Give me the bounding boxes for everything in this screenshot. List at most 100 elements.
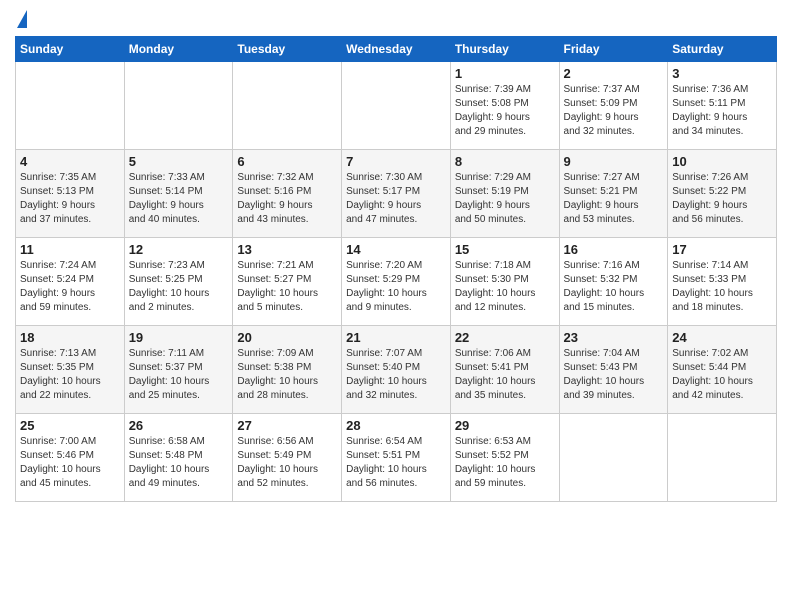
day-info: Sunrise: 7:09 AM Sunset: 5:38 PM Dayligh…: [237, 347, 337, 403]
header: [15, 10, 777, 28]
day-number: 23: [564, 330, 664, 345]
calendar-cell: [124, 62, 233, 150]
calendar-cell: 18 Sunrise: 7:13 AM Sunset: 5:35 PM Dayli…: [16, 326, 125, 414]
day-number: 12: [129, 242, 229, 257]
calendar-cell: 22 Sunrise: 7:06 AM Sunset: 5:41 PM Dayli…: [450, 326, 559, 414]
logo-triangle-icon: [17, 10, 27, 28]
day-info: Sunrise: 7:24 AM Sunset: 5:24 PM Dayligh…: [20, 259, 120, 315]
day-number: 4: [20, 154, 120, 169]
logo-line1: [15, 10, 27, 28]
day-number: 10: [672, 154, 772, 169]
day-info: Sunrise: 7:13 AM Sunset: 5:35 PM Dayligh…: [20, 347, 120, 403]
calendar-cell: 23 Sunrise: 7:04 AM Sunset: 5:43 PM Dayli…: [559, 326, 668, 414]
col-header-tuesday: Tuesday: [233, 37, 342, 62]
logo: [15, 10, 27, 28]
day-number: 16: [564, 242, 664, 257]
calendar-cell: 10Sunrise: 7:26 AM Sunset: 5:22 PM Dayli…: [668, 150, 777, 238]
day-number: 8: [455, 154, 555, 169]
day-info: Sunrise: 7:00 AM Sunset: 5:46 PM Dayligh…: [20, 435, 120, 491]
day-info: Sunrise: 7:02 AM Sunset: 5:44 PM Dayligh…: [672, 347, 772, 403]
day-info: Sunrise: 7:23 AM Sunset: 5:25 PM Dayligh…: [129, 259, 229, 315]
day-number: 6: [237, 154, 337, 169]
page-container: SundayMondayTuesdayWednesdayThursdayFrid…: [0, 0, 792, 512]
day-info: Sunrise: 7:04 AM Sunset: 5:43 PM Dayligh…: [564, 347, 664, 403]
calendar-cell: 6 Sunrise: 7:32 AM Sunset: 5:16 PM Daylig…: [233, 150, 342, 238]
day-number: 9: [564, 154, 664, 169]
day-info: Sunrise: 7:11 AM Sunset: 5:37 PM Dayligh…: [129, 347, 229, 403]
calendar-week-4: 18 Sunrise: 7:13 AM Sunset: 5:35 PM Dayli…: [16, 326, 777, 414]
day-number: 13: [237, 242, 337, 257]
calendar-cell: 13Sunrise: 7:21 AM Sunset: 5:27 PM Dayli…: [233, 238, 342, 326]
day-info: Sunrise: 7:30 AM Sunset: 5:17 PM Dayligh…: [346, 171, 446, 227]
calendar-cell: 17 Sunrise: 7:14 AM Sunset: 5:33 PM Dayli…: [668, 238, 777, 326]
calendar-cell: 20 Sunrise: 7:09 AM Sunset: 5:38 PM Dayli…: [233, 326, 342, 414]
calendar-cell: 11 Sunrise: 7:24 AM Sunset: 5:24 PM Dayli…: [16, 238, 125, 326]
calendar-cell: 12 Sunrise: 7:23 AM Sunset: 5:25 PM Dayli…: [124, 238, 233, 326]
day-info: Sunrise: 6:56 AM Sunset: 5:49 PM Dayligh…: [237, 435, 337, 491]
calendar-cell: 21 Sunrise: 7:07 AM Sunset: 5:40 PM Dayli…: [342, 326, 451, 414]
calendar-week-5: 25Sunrise: 7:00 AM Sunset: 5:46 PM Dayli…: [16, 414, 777, 502]
calendar-cell: 4 Sunrise: 7:35 AM Sunset: 5:13 PM Daylig…: [16, 150, 125, 238]
calendar-cell: 7 Sunrise: 7:30 AM Sunset: 5:17 PM Daylig…: [342, 150, 451, 238]
calendar-cell: [559, 414, 668, 502]
day-number: 22: [455, 330, 555, 345]
day-info: Sunrise: 7:37 AM Sunset: 5:09 PM Dayligh…: [564, 83, 664, 139]
calendar-cell: 16 Sunrise: 7:16 AM Sunset: 5:32 PM Dayli…: [559, 238, 668, 326]
calendar-cell: 24 Sunrise: 7:02 AM Sunset: 5:44 PM Dayli…: [668, 326, 777, 414]
day-number: 21: [346, 330, 446, 345]
day-info: Sunrise: 7:16 AM Sunset: 5:32 PM Dayligh…: [564, 259, 664, 315]
calendar-cell: 2 Sunrise: 7:37 AM Sunset: 5:09 PM Daylig…: [559, 62, 668, 150]
calendar-cell: [16, 62, 125, 150]
calendar-cell: [233, 62, 342, 150]
calendar-cell: 3 Sunrise: 7:36 AM Sunset: 5:11 PM Daylig…: [668, 62, 777, 150]
calendar-cell: 15Sunrise: 7:18 AM Sunset: 5:30 PM Dayli…: [450, 238, 559, 326]
day-number: 3: [672, 66, 772, 81]
calendar-cell: 14 Sunrise: 7:20 AM Sunset: 5:29 PM Dayli…: [342, 238, 451, 326]
day-info: Sunrise: 7:35 AM Sunset: 5:13 PM Dayligh…: [20, 171, 120, 227]
calendar-cell: 29Sunrise: 6:53 AM Sunset: 5:52 PM Dayli…: [450, 414, 559, 502]
calendar-week-2: 4 Sunrise: 7:35 AM Sunset: 5:13 PM Daylig…: [16, 150, 777, 238]
day-number: 14: [346, 242, 446, 257]
day-info: Sunrise: 7:36 AM Sunset: 5:11 PM Dayligh…: [672, 83, 772, 139]
day-number: 2: [564, 66, 664, 81]
day-info: Sunrise: 7:06 AM Sunset: 5:41 PM Dayligh…: [455, 347, 555, 403]
calendar-week-1: 1 Sunrise: 7:39 AM Sunset: 5:08 PM Daylig…: [16, 62, 777, 150]
day-number: 17: [672, 242, 772, 257]
day-number: 20: [237, 330, 337, 345]
calendar-cell: [342, 62, 451, 150]
calendar-cell: [668, 414, 777, 502]
day-info: Sunrise: 7:18 AM Sunset: 5:30 PM Dayligh…: [455, 259, 555, 315]
day-number: 7: [346, 154, 446, 169]
calendar-header-row: SundayMondayTuesdayWednesdayThursdayFrid…: [16, 37, 777, 62]
day-info: Sunrise: 7:14 AM Sunset: 5:33 PM Dayligh…: [672, 259, 772, 315]
day-number: 24: [672, 330, 772, 345]
calendar-cell: 26Sunrise: 6:58 AM Sunset: 5:48 PM Dayli…: [124, 414, 233, 502]
calendar-cell: 28 Sunrise: 6:54 AM Sunset: 5:51 PM Dayli…: [342, 414, 451, 502]
day-number: 26: [129, 418, 229, 433]
day-number: 27: [237, 418, 337, 433]
calendar-cell: 1 Sunrise: 7:39 AM Sunset: 5:08 PM Daylig…: [450, 62, 559, 150]
day-info: Sunrise: 7:27 AM Sunset: 5:21 PM Dayligh…: [564, 171, 664, 227]
day-number: 19: [129, 330, 229, 345]
day-info: Sunrise: 6:54 AM Sunset: 5:51 PM Dayligh…: [346, 435, 446, 491]
day-info: Sunrise: 7:32 AM Sunset: 5:16 PM Dayligh…: [237, 171, 337, 227]
calendar-cell: 27 Sunrise: 6:56 AM Sunset: 5:49 PM Dayli…: [233, 414, 342, 502]
day-info: Sunrise: 7:07 AM Sunset: 5:40 PM Dayligh…: [346, 347, 446, 403]
day-number: 18: [20, 330, 120, 345]
day-number: 28: [346, 418, 446, 433]
col-header-thursday: Thursday: [450, 37, 559, 62]
day-number: 11: [20, 242, 120, 257]
day-info: Sunrise: 7:39 AM Sunset: 5:08 PM Dayligh…: [455, 83, 555, 139]
calendar-cell: 5Sunrise: 7:33 AM Sunset: 5:14 PM Daylig…: [124, 150, 233, 238]
col-header-friday: Friday: [559, 37, 668, 62]
day-info: Sunrise: 7:20 AM Sunset: 5:29 PM Dayligh…: [346, 259, 446, 315]
day-number: 5: [129, 154, 229, 169]
calendar-cell: 9 Sunrise: 7:27 AM Sunset: 5:21 PM Daylig…: [559, 150, 668, 238]
calendar-cell: 19 Sunrise: 7:11 AM Sunset: 5:37 PM Dayli…: [124, 326, 233, 414]
calendar-week-3: 11 Sunrise: 7:24 AM Sunset: 5:24 PM Dayli…: [16, 238, 777, 326]
col-header-sunday: Sunday: [16, 37, 125, 62]
calendar-cell: 8Sunrise: 7:29 AM Sunset: 5:19 PM Daylig…: [450, 150, 559, 238]
day-number: 1: [455, 66, 555, 81]
calendar-cell: 25Sunrise: 7:00 AM Sunset: 5:46 PM Dayli…: [16, 414, 125, 502]
calendar-table: SundayMondayTuesdayWednesdayThursdayFrid…: [15, 36, 777, 502]
